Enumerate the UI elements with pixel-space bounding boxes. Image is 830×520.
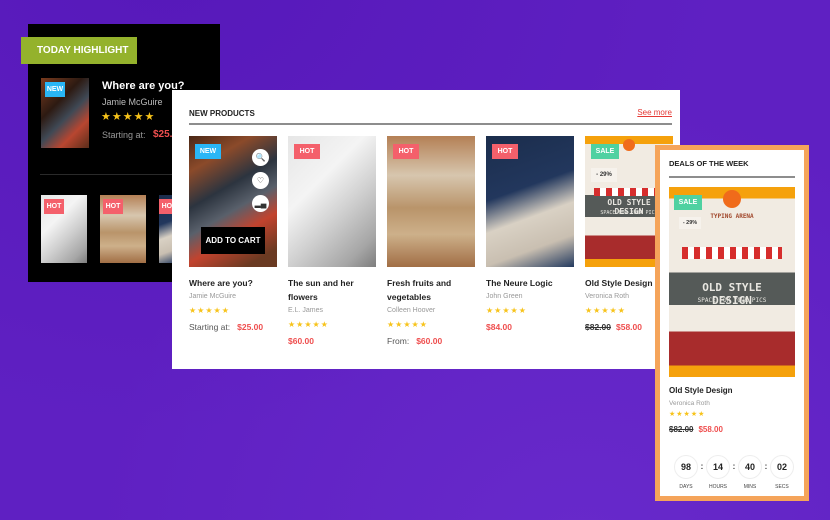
today-product-rating: ★★★★★: [101, 111, 156, 123]
thumbnail[interactable]: HOT: [41, 195, 87, 263]
new-badge: NEW: [45, 82, 65, 97]
hot-badge: HOT: [103, 199, 123, 214]
new-products-panel: NEW PRODUCTS See more NEW 🔍 ♡ ▂▄ ADD TO …: [172, 90, 680, 369]
see-more-link[interactable]: See more: [637, 108, 672, 117]
product-rating: ★★★★★: [387, 320, 428, 329]
add-to-cart-button[interactable]: ADD TO CART: [201, 227, 265, 254]
product-rating: ★★★★★: [189, 306, 230, 315]
wishlist-button[interactable]: ♡: [252, 172, 269, 189]
divider: [669, 176, 795, 178]
discount-badge: - 29%: [679, 217, 701, 229]
product-author: John Green: [486, 293, 523, 300]
product-price: $25.00: [237, 322, 264, 332]
product-price: $84.00: [486, 322, 512, 332]
deal-product-author: Veronica Roth: [669, 400, 710, 407]
section-title: DEALS OF THE WEEK: [669, 159, 749, 168]
product-image[interactable]: HOT: [387, 136, 475, 267]
countdown-separator: :: [764, 462, 768, 471]
product-price: $60.00: [416, 336, 443, 346]
divider: [189, 123, 672, 125]
countdown-separator: :: [700, 462, 704, 471]
compare-button[interactable]: ▂▄: [252, 195, 269, 212]
product-rating: ★★★★★: [288, 320, 329, 329]
deal-product-rating: ★★★★★: [669, 411, 706, 418]
product-image[interactable]: HOT: [288, 136, 376, 267]
sale-badge: SALE: [591, 144, 619, 159]
countdown-value: 40: [737, 455, 762, 479]
product-card[interactable]: NEW 🔍 ♡ ▂▄ ADD TO CART Where are you? Ja…: [189, 136, 277, 332]
product-author: Jamie McGuire: [189, 293, 237, 300]
countdown-label: DAYS: [679, 484, 693, 490]
countdown-value: 98: [674, 455, 698, 479]
new-badge: NEW: [195, 144, 221, 159]
price-label: From:: [387, 336, 410, 346]
poster-subline: SPACE FOR YOUR PICS: [600, 210, 658, 216]
countdown-label: MINS: [743, 484, 757, 490]
hot-badge: HOT: [294, 144, 320, 159]
poster-logo: [623, 139, 635, 151]
product-name[interactable]: Where are you?: [189, 276, 277, 290]
product-card[interactable]: HOT The sun and her flowers E.L. James ★…: [288, 136, 376, 346]
countdown-label: HOURS: [708, 484, 728, 490]
divider: [40, 174, 172, 175]
search-icon: 🔍: [255, 153, 266, 162]
today-product-image[interactable]: NEW: [41, 78, 89, 148]
deal-price-row: $82.00 $58.00: [669, 425, 723, 434]
hot-badge: HOT: [393, 144, 419, 159]
countdown-value: 14: [705, 455, 730, 479]
product-rating: ★★★★★: [486, 306, 527, 315]
today-price-label: Starting at:: [102, 130, 146, 140]
deals-of-the-week-panel: DEALS OF THE WEEK SALE TYPING ARENA - 29…: [655, 145, 809, 501]
product-name[interactable]: Fresh fruits and vegetables: [387, 276, 475, 304]
heart-icon: ♡: [256, 176, 265, 185]
sale-badge: SALE: [674, 195, 702, 210]
deal-product-name[interactable]: Old Style Design: [669, 386, 733, 395]
discount-badge: - 29%: [591, 168, 617, 182]
product-card[interactable]: HOT The Neure Logic John Green ★★★★★ $84…: [486, 136, 574, 332]
countdown-mins: 40 MINS: [737, 455, 762, 490]
product-card[interactable]: HOT Fresh fruits and vegetables Colleen …: [387, 136, 475, 346]
countdown-timer: 98 DAYS : 14 HOURS : 40 MINS : 02 SECS: [674, 455, 794, 490]
deal-product-image[interactable]: SALE TYPING ARENA - 29% OLD STYLE DESIGN…: [669, 187, 795, 377]
price-label: Starting at:: [189, 322, 231, 332]
old-price: $82.00: [669, 425, 694, 434]
old-price: $82.00: [585, 322, 611, 332]
hot-badge: HOT: [44, 199, 64, 214]
product-author: Colleen Hoover: [387, 307, 436, 314]
poster-subline: SPACE FOR YOUR PICS: [697, 297, 767, 304]
today-highlight-label: TODAY HIGHLIGHT: [21, 37, 137, 64]
countdown-hours: 14 HOURS: [705, 455, 730, 490]
thumbnail[interactable]: HOT: [100, 195, 146, 263]
countdown-value: 02: [769, 455, 794, 479]
poster-awning: [593, 188, 665, 196]
product-image[interactable]: NEW 🔍 ♡ ▂▄ ADD TO CART: [189, 136, 277, 267]
bar-chart-icon: ▂▄: [254, 199, 267, 208]
hot-badge: HOT: [492, 144, 518, 159]
countdown-separator: :: [732, 462, 736, 471]
countdown-days: 98 DAYS: [674, 455, 698, 490]
countdown-secs: 02 SECS: [769, 455, 794, 490]
today-product-author: Jamie McGuire: [102, 97, 163, 107]
product-author: E.L. James: [288, 307, 324, 314]
quick-view-button[interactable]: 🔍: [252, 149, 269, 166]
product-price-row: Starting at: $25.00: [189, 322, 277, 332]
section-title: NEW PRODUCTS: [189, 109, 255, 118]
poster-awning: [681, 247, 783, 259]
product-price-row: From: $60.00: [387, 336, 475, 346]
product-image[interactable]: HOT: [486, 136, 574, 267]
poster-logo: [723, 190, 741, 208]
countdown-label: SECS: [775, 484, 789, 490]
product-price: $58.00: [616, 322, 642, 332]
product-name[interactable]: The sun and her flowers: [288, 276, 376, 304]
product-name[interactable]: The Neure Logic: [486, 276, 574, 290]
product-price: $60.00: [288, 336, 314, 346]
deal-price: $58.00: [698, 425, 723, 434]
